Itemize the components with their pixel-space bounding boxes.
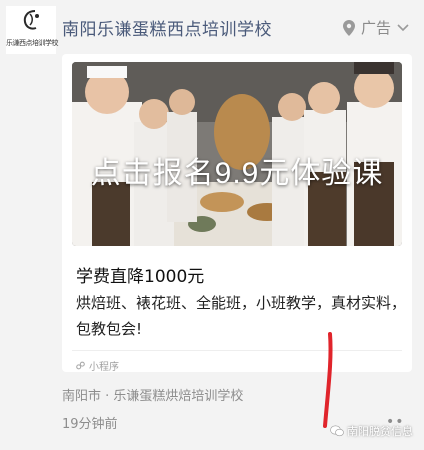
logo-caption: 乐谦西点培训学校 [6, 39, 59, 47]
mini-program-icon [76, 361, 85, 370]
ad-description[interactable]: 烘焙班、裱花班、全能班，小班教学，真材实料，包教包会! [76, 290, 406, 342]
watermark-text: 南阳脱贫信息 [347, 425, 413, 438]
logo-emblem-icon [23, 10, 39, 30]
location-link[interactable]: 南阳市 · 乐谦蛋糕烘焙培训学校 [62, 385, 243, 404]
ad-header: 乐谦西点培训学校 南阳乐谦蛋糕西点培训学校 广告 [0, 0, 424, 56]
photo-overlay-text: 点击报名9.9元体验课 [90, 157, 384, 190]
ad-label: 广告 [361, 19, 392, 37]
watermark: 南阳脱贫信息 [330, 423, 413, 439]
account-name[interactable]: 南阳乐谦蛋糕西点培训学校 [62, 15, 272, 40]
card-divider [72, 350, 402, 351]
red-annotation-stroke [323, 332, 333, 428]
location-pin-icon [343, 19, 355, 36]
ad-card[interactable]: 点击报名9.9元体验课 学费直降1000元 烘焙班、裱花班、全能班，小班教学，真… [62, 54, 412, 373]
chevron-down-icon[interactable] [397, 23, 409, 32]
ad-tag[interactable]: 广告 [343, 17, 409, 38]
mini-program-tag[interactable]: 小程序 [76, 358, 119, 373]
ad-photo[interactable]: 点击报名9.9元体验课 [72, 62, 402, 246]
post-time: 19分钟前 [62, 417, 118, 432]
wechat-icon [330, 425, 344, 437]
ad-headline[interactable]: 学费直降1000元 [76, 262, 204, 287]
mini-program-label: 小程序 [89, 362, 119, 373]
account-logo[interactable]: 乐谦西点培训学校 [6, 6, 59, 54]
